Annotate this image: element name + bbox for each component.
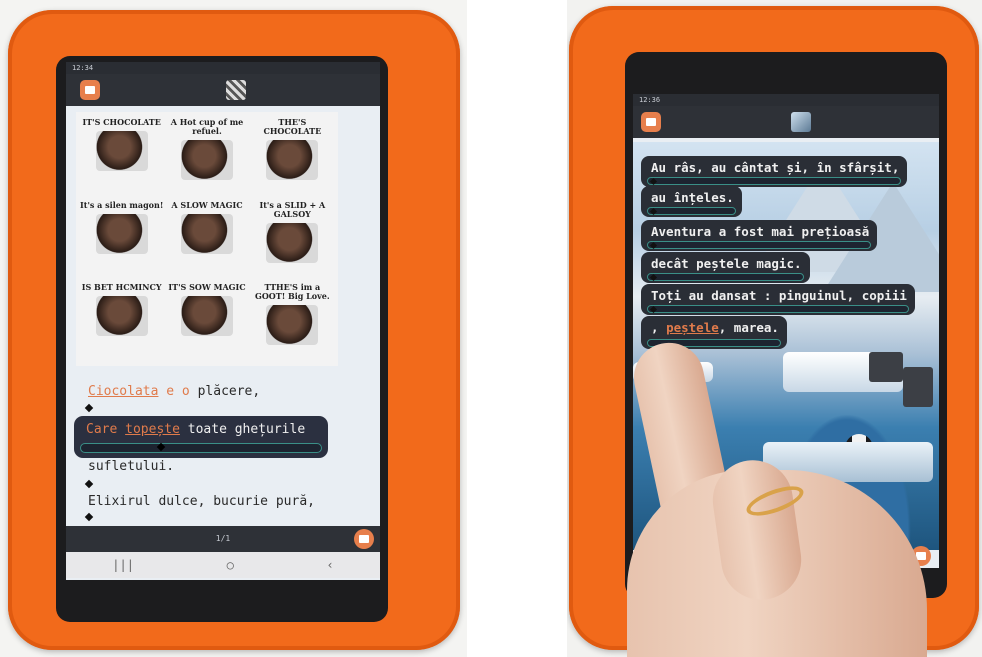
chocolate-art: [266, 305, 319, 346]
status-bar: 12:34: [66, 62, 380, 74]
bottom-bar: 1/1: [66, 526, 380, 552]
line-progress-bar: [647, 177, 902, 185]
active-line-box[interactable]: Care topește toate ghețurile: [74, 416, 328, 458]
illustration-cell: IT'S CHOCOLATE: [80, 116, 163, 197]
reading-progress-bar: [80, 443, 322, 453]
line-marker-icon: [84, 512, 94, 522]
story-line-chip[interactable]: au înțeles.: [641, 186, 742, 217]
status-bar: 12:36: [633, 94, 939, 106]
top-bar: [66, 74, 380, 106]
chocolate-art: [180, 213, 233, 254]
line-progress-bar: [647, 207, 736, 215]
story-thumbnail[interactable]: [791, 112, 811, 132]
poem-line-3[interactable]: sufletului.: [88, 459, 174, 474]
status-time: 12:34: [72, 64, 94, 72]
library-button[interactable]: [80, 80, 100, 100]
left-photo: 12:34 IT'S CHOCOLATE A Hot cup of me ref…: [0, 0, 467, 657]
book-icon: [85, 86, 95, 94]
status-time: 12:36: [639, 96, 661, 104]
line-marker-icon: [84, 479, 94, 489]
illustration-cell: TTHE'S im a GOOT! Big Love.: [251, 281, 334, 362]
illustration-cell: It's a SLID + A GALSOY: [251, 199, 334, 280]
illustration-cell: IS BET HCMINCY: [80, 281, 163, 362]
right-photo: 12:36 Au râs, au cântat și, în sfârșit, …: [567, 0, 982, 657]
story-line-chip[interactable]: decât peștele magic.: [641, 252, 810, 283]
line-marker-icon: [84, 403, 94, 413]
chocolate-art: [95, 213, 148, 254]
line-progress-bar: [647, 273, 804, 281]
line-progress-bar: [647, 305, 909, 313]
story-thumbnail[interactable]: [226, 80, 246, 100]
line-progress-bar: [647, 241, 872, 249]
rock-art: [869, 352, 903, 382]
illustration-cell: THE'S CHOCOLATE: [251, 116, 334, 197]
story-illustration-grid: IT'S CHOCOLATE A Hot cup of me refuel. T…: [76, 112, 338, 366]
library-button[interactable]: [641, 112, 661, 132]
illustration-cell: IT'S SOW MAGIC: [165, 281, 248, 362]
page-indicator: 1/1: [215, 534, 231, 543]
tablet-screen-left: 12:34 IT'S CHOCOLATE A Hot cup of me ref…: [66, 62, 380, 580]
rock-art: [903, 367, 933, 407]
back-button[interactable]: ‹: [326, 558, 333, 572]
story-line-chip[interactable]: Au râs, au cântat și, în sfârșit,: [641, 156, 908, 187]
bookmark-button[interactable]: [354, 529, 374, 549]
book-icon: [359, 535, 369, 543]
chocolate-art: [180, 140, 233, 180]
illustration-cell: A Hot cup of me refuel.: [165, 116, 248, 197]
system-nav-bar: ||| ○ ‹: [66, 552, 380, 578]
chocolate-art: [95, 131, 148, 171]
top-bar: [633, 106, 939, 138]
poem-line-1[interactable]: Ciocolata e o plăcere,: [88, 384, 260, 399]
book-icon: [646, 118, 656, 126]
chocolate-art: [266, 140, 319, 180]
poem-line-2[interactable]: Care topește toate ghețurile: [86, 422, 305, 437]
recent-apps-button[interactable]: |||: [112, 558, 134, 572]
home-button[interactable]: ○: [227, 558, 234, 572]
illustration-cell: It's a silen magon!: [80, 199, 163, 280]
chocolate-art: [266, 222, 319, 263]
chocolate-art: [180, 296, 233, 337]
chocolate-art: [95, 296, 148, 337]
illustration-cell: A SLOW MAGIC: [165, 199, 248, 280]
story-line-chip[interactable]: Toți au dansat : pinguinul, copiii: [641, 284, 915, 315]
story-line-chip[interactable]: Aventura a fost mai prețioasă: [641, 220, 878, 251]
poem-line-4[interactable]: Elixirul dulce, bucurie pură,: [88, 494, 315, 509]
